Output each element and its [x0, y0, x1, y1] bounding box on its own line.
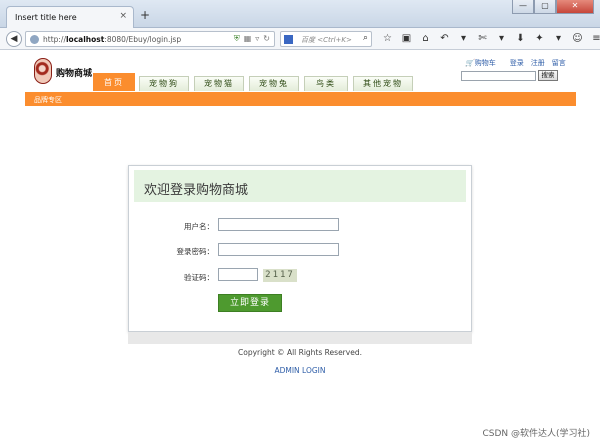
screenshot-dropdown-icon[interactable]: ▾ — [492, 32, 511, 46]
reload-icon[interactable]: ↻ — [263, 34, 270, 43]
admin-login-link[interactable]: ADMIN LOGIN — [128, 366, 472, 375]
captcha-input[interactable] — [218, 268, 258, 281]
tab-close-icon[interactable]: × — [119, 11, 127, 21]
site-search-input[interactable] — [461, 71, 536, 81]
window-controls: — ▢ ✕ — [512, 0, 594, 14]
copyright-text: Copyright © All Rights Reserved. — [238, 348, 362, 357]
url-text[interactable]: http://localhost:8080/Ebuy/login.jsp — [43, 35, 181, 44]
qr-icon[interactable]: ▦ — [244, 34, 252, 43]
reading-list-icon[interactable]: ▣ — [397, 32, 416, 46]
register-link[interactable]: 注册 — [531, 59, 545, 67]
menu-item-home[interactable]: 首页 — [93, 73, 135, 91]
globe-icon — [30, 35, 39, 44]
browser-toolbar: ☆ ▣ ⌂ ↶ ▾ ✄ ▾ ⬇ ✦ ▾ ☺ ≡ — [378, 32, 600, 46]
username-label: 用户名： — [184, 222, 214, 231]
search-placeholder: 百度 <Ctrl+K> — [301, 36, 352, 44]
menu-item-other-pets[interactable]: 其他宠物 — [353, 76, 413, 91]
menu-item-dogs[interactable]: 宠物狗 — [139, 76, 189, 91]
menu-item-birds[interactable]: 鸟类 — [304, 76, 348, 91]
password-label: 登录密码： — [176, 247, 215, 256]
footer-bar — [128, 332, 472, 344]
login-title: 欢迎登录购物商城 — [144, 183, 249, 198]
address-bar-icons: ⛨ ▦ ▿ ↻ — [234, 34, 270, 44]
captcha-image[interactable]: 2117 — [263, 269, 297, 282]
site-logo-text[interactable]: 购物商城 — [56, 66, 92, 79]
bookmark-star-icon[interactable]: ☆ — [378, 32, 397, 46]
shield-icon[interactable]: ⛨ — [234, 34, 240, 43]
chat-icon[interactable]: ☺ — [568, 32, 587, 46]
browser-titlebar: Insert title here × + — ▢ ✕ — [0, 0, 600, 28]
password-input[interactable] — [218, 243, 339, 256]
login-submit-button[interactable]: 立即登录 — [218, 294, 282, 312]
back-button[interactable]: ◀ — [6, 31, 22, 47]
extension-dropdown-icon[interactable]: ▾ — [549, 32, 568, 46]
brand-zone-link[interactable]: 品牌专区 — [34, 95, 62, 105]
browser-search-bar[interactable]: 百度 <Ctrl+K> ⌕ — [280, 31, 372, 47]
message-link[interactable]: 留言 — [552, 59, 566, 67]
window-close-button[interactable]: ✕ — [556, 0, 594, 14]
dropdown-icon[interactable]: ▿ — [255, 34, 259, 43]
minimize-button[interactable]: — — [512, 0, 534, 14]
captcha-label: 验证码： — [184, 273, 214, 282]
sub-nav-bar — [25, 92, 576, 106]
site-search-button[interactable]: 搜索 — [538, 70, 558, 81]
login-panel: 欢迎登录购物商城 用户名： 登录密码： 验证码： 2117 立即登录 — [128, 165, 472, 332]
username-input[interactable] — [218, 218, 339, 231]
login-link[interactable]: 登录 — [510, 59, 524, 67]
site-logo-icon[interactable] — [34, 58, 52, 84]
search-icon[interactable]: ⌕ — [363, 33, 368, 43]
csdn-watermark: CSDN @软件达人(学习社) — [482, 429, 590, 439]
cart-icon: 🛒 — [465, 59, 474, 67]
top-links: 🛒购物车 登录 注册 留言 — [465, 58, 573, 68]
download-icon[interactable]: ⬇ — [511, 32, 530, 46]
undo-icon[interactable]: ↶ — [435, 32, 454, 46]
menu-icon[interactable]: ≡ — [587, 32, 600, 46]
screenshot-icon[interactable]: ✄ — [473, 32, 492, 46]
search-engine-icon[interactable] — [284, 35, 293, 44]
browser-navbar: ◀ http://localhost:8080/Ebuy/login.jsp ⛨… — [0, 28, 600, 50]
browser-tab[interactable]: Insert title here × — [6, 6, 134, 28]
menu-item-cats[interactable]: 宠物猫 — [194, 76, 244, 91]
login-panel-header: 欢迎登录购物商城 — [134, 170, 466, 202]
menu-item-rabbits[interactable]: 宠物兔 — [249, 76, 299, 91]
home-icon[interactable]: ⌂ — [416, 32, 435, 46]
maximize-button[interactable]: ▢ — [534, 0, 556, 14]
undo-dropdown-icon[interactable]: ▾ — [454, 32, 473, 46]
cart-link[interactable]: 🛒购物车 — [465, 59, 503, 67]
address-bar[interactable]: http://localhost:8080/Ebuy/login.jsp ⛨ ▦ ▿… — [25, 31, 275, 47]
new-tab-button[interactable]: + — [140, 9, 150, 21]
extension-icon[interactable]: ✦ — [530, 32, 549, 46]
tab-title: Insert title here — [15, 13, 77, 22]
